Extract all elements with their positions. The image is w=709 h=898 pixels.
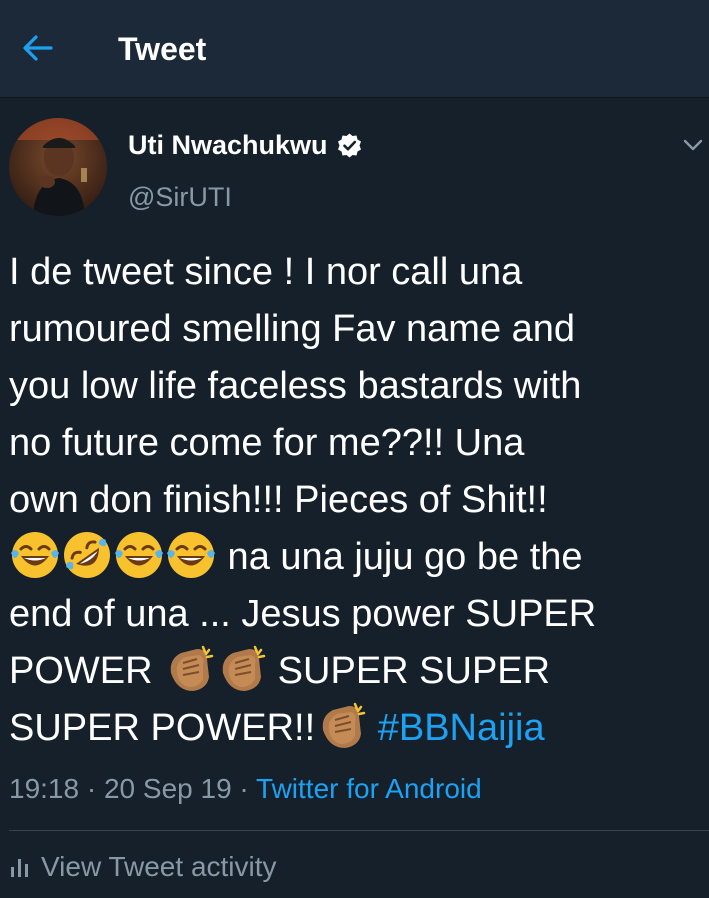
meta-separator: ·	[79, 773, 104, 804]
hashtag-link[interactable]: #BBNaijia	[378, 707, 545, 749]
back-button[interactable]	[18, 30, 58, 66]
tweet-text-fragment: na una juju go be the	[217, 536, 583, 578]
author-display-name: Uti Nwachukwu	[128, 130, 328, 160]
top-app-bar: Tweet	[0, 0, 709, 98]
tweet-line: you low life faceless bastards with	[9, 365, 582, 407]
header-divider	[0, 97, 709, 98]
clapping-hands-icon	[215, 643, 267, 695]
view-tweet-activity-button[interactable]: View Tweet activity	[9, 850, 277, 884]
bar-chart-icon	[11, 859, 28, 877]
face-with-tears-of-joy-icon	[165, 529, 217, 581]
tweet-text-fragment: SUPER POWER!!	[9, 707, 316, 749]
author-name-row[interactable]: Uti Nwachukwu	[128, 128, 363, 162]
face-with-tears-of-joy-icon	[9, 529, 61, 581]
tweet-line: no future come for me??!! Una	[9, 422, 525, 464]
tweet-line-with-emojis: na una juju go be the	[9, 529, 709, 586]
verified-badge-icon	[337, 133, 361, 157]
tweet-line: own don finish!!! Pieces of Shit!!	[9, 479, 548, 521]
author-handle[interactable]: @SirUTI	[128, 180, 232, 214]
tweet-line: end of una ... Jesus power SUPER	[9, 593, 597, 635]
tweet-line: rumoured smelling Fav name and	[9, 308, 576, 350]
arrow-left-icon	[23, 35, 53, 61]
tweet-screen: Tweet Uti Nwachukwu @SirUTI I de tweet s…	[0, 0, 709, 898]
clapping-hands-icon	[163, 643, 215, 695]
meta-separator: ·	[231, 773, 257, 804]
face-with-tears-of-joy-icon	[113, 529, 165, 581]
view-tweet-activity-label: View Tweet activity	[41, 851, 277, 882]
tweet-line-with-emojis: POWER SUPER SUPER	[9, 643, 709, 700]
tweet-line-with-hashtag: SUPER POWER!! #BBNaijia	[9, 700, 709, 757]
tweet-text-fragment: POWER	[9, 650, 164, 692]
clapping-hands-icon	[315, 700, 367, 752]
rolling-on-floor-laughing-icon	[61, 529, 113, 581]
tweet-time: 19:18	[9, 773, 80, 804]
tweet-line: I de tweet since ! I nor call una	[9, 251, 523, 293]
tweet-date: 20 Sep 19	[103, 773, 232, 804]
chevron-down-icon[interactable]	[680, 132, 706, 158]
tweet-source-link[interactable]: Twitter for Android	[256, 773, 482, 804]
avatar[interactable]	[9, 118, 107, 216]
divider	[9, 830, 709, 831]
tweet-meta: 19:18 · 20 Sep 19 · Twitter for Android	[9, 772, 482, 806]
page-title: Tweet	[118, 31, 207, 67]
tweet-text-fragment: SUPER SUPER	[267, 650, 551, 692]
tweet-text: I de tweet since ! I nor call una rumour…	[9, 244, 709, 757]
avatar-photo	[9, 118, 107, 216]
